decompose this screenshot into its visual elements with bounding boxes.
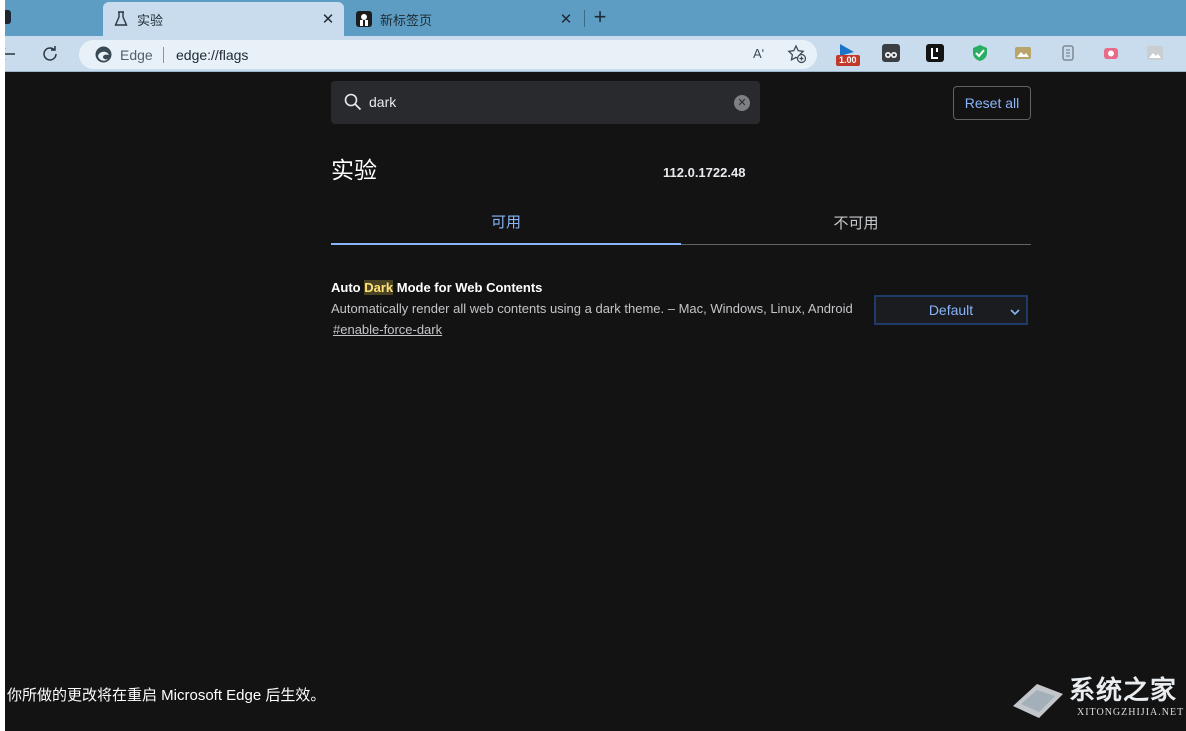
flag-name-start: Auto xyxy=(331,280,365,295)
tab-separator xyxy=(584,10,585,27)
close-tab-icon[interactable]: ✕ xyxy=(556,9,576,29)
url-text[interactable]: edge://flags xyxy=(176,47,248,63)
tab-new-tab-page[interactable]: 新标签页 ✕ xyxy=(346,2,582,36)
edge-logo-icon xyxy=(95,46,112,63)
address-divider xyxy=(163,47,164,63)
tab-flags[interactable]: 实验 ✕ xyxy=(103,2,344,36)
beaker-icon xyxy=(113,11,129,27)
picture-extension-icon[interactable] xyxy=(1146,44,1164,62)
flag-state-select[interactable]: Default xyxy=(874,295,1028,325)
tab-available[interactable]: 可用 xyxy=(331,200,681,245)
flags-search-box[interactable]: dark ✕ xyxy=(331,81,760,124)
chevron-down-icon xyxy=(1010,304,1020,316)
search-input[interactable]: dark xyxy=(369,94,396,110)
restart-notice: 你所做的更改将在重启 Microsoft Edge 后生效。 xyxy=(7,687,326,704)
speed-extension-icon[interactable]: 1.00 xyxy=(836,42,860,66)
new-tab-button[interactable]: + xyxy=(588,6,612,30)
site-watermark: 系统之家 XITONGZHIJIA.NET xyxy=(1009,666,1185,726)
site-identity: Edge xyxy=(120,47,153,63)
flag-name: Auto Dark Mode for Web Contents xyxy=(331,280,1031,295)
clipboard-extension-icon[interactable] xyxy=(1059,44,1077,62)
search-icon xyxy=(344,93,362,111)
flags-tabs: 可用 不可用 xyxy=(331,200,1031,245)
clear-search-icon[interactable]: ✕ xyxy=(734,95,750,111)
page-title: 实验 xyxy=(331,157,377,183)
reset-all-button[interactable]: Reset all xyxy=(953,86,1031,120)
search-highlight: Dark xyxy=(364,280,394,295)
extension-badge: 1.00 xyxy=(839,55,857,65)
navigation-toolbar: Edge edge://flags Aʹ 1.00 xyxy=(5,36,1186,72)
l-extension-icon[interactable] xyxy=(926,44,944,62)
watermark-url: XITONGZHIJIA.NET xyxy=(1077,707,1185,718)
shield-extension-icon[interactable] xyxy=(971,44,989,62)
selected-option: Default xyxy=(928,302,974,318)
tab-unavailable[interactable]: 不可用 xyxy=(681,200,1031,244)
flag-permalink[interactable]: #enable-force-dark xyxy=(333,322,442,337)
address-bar[interactable]: Edge edge://flags Aʹ xyxy=(79,40,817,69)
image-extension-icon[interactable] xyxy=(1014,44,1032,62)
browser-window: 实验 ✕ 新标签页 ✕ + Edge edge://flags Aʹ 1.00 … xyxy=(5,0,1186,731)
refresh-icon[interactable] xyxy=(38,42,62,66)
back-icon[interactable] xyxy=(5,42,19,66)
tampermonkey-extension-icon[interactable] xyxy=(882,44,900,62)
screenshot-extension-icon[interactable] xyxy=(1102,44,1120,62)
watermark-text: 系统之家 xyxy=(1069,675,1178,705)
watermark-logo-icon xyxy=(1013,684,1063,718)
close-tab-icon[interactable]: ✕ xyxy=(318,9,338,29)
app-icon xyxy=(356,11,372,27)
flag-entry: Auto Dark Mode for Web Contents Automati… xyxy=(331,280,1031,339)
version-number: 112.0.1722.48 xyxy=(663,165,746,180)
previous-tab-edge[interactable] xyxy=(5,10,11,24)
read-aloud-icon[interactable]: Aʹ xyxy=(753,46,764,61)
tab-strip: 实验 ✕ 新标签页 ✕ + xyxy=(5,0,1186,36)
flag-name-end: Mode for Web Contents xyxy=(393,280,543,295)
tab-title: 新标签页 xyxy=(380,12,433,28)
tab-title: 实验 xyxy=(137,12,164,28)
add-favorite-icon[interactable] xyxy=(787,44,807,64)
